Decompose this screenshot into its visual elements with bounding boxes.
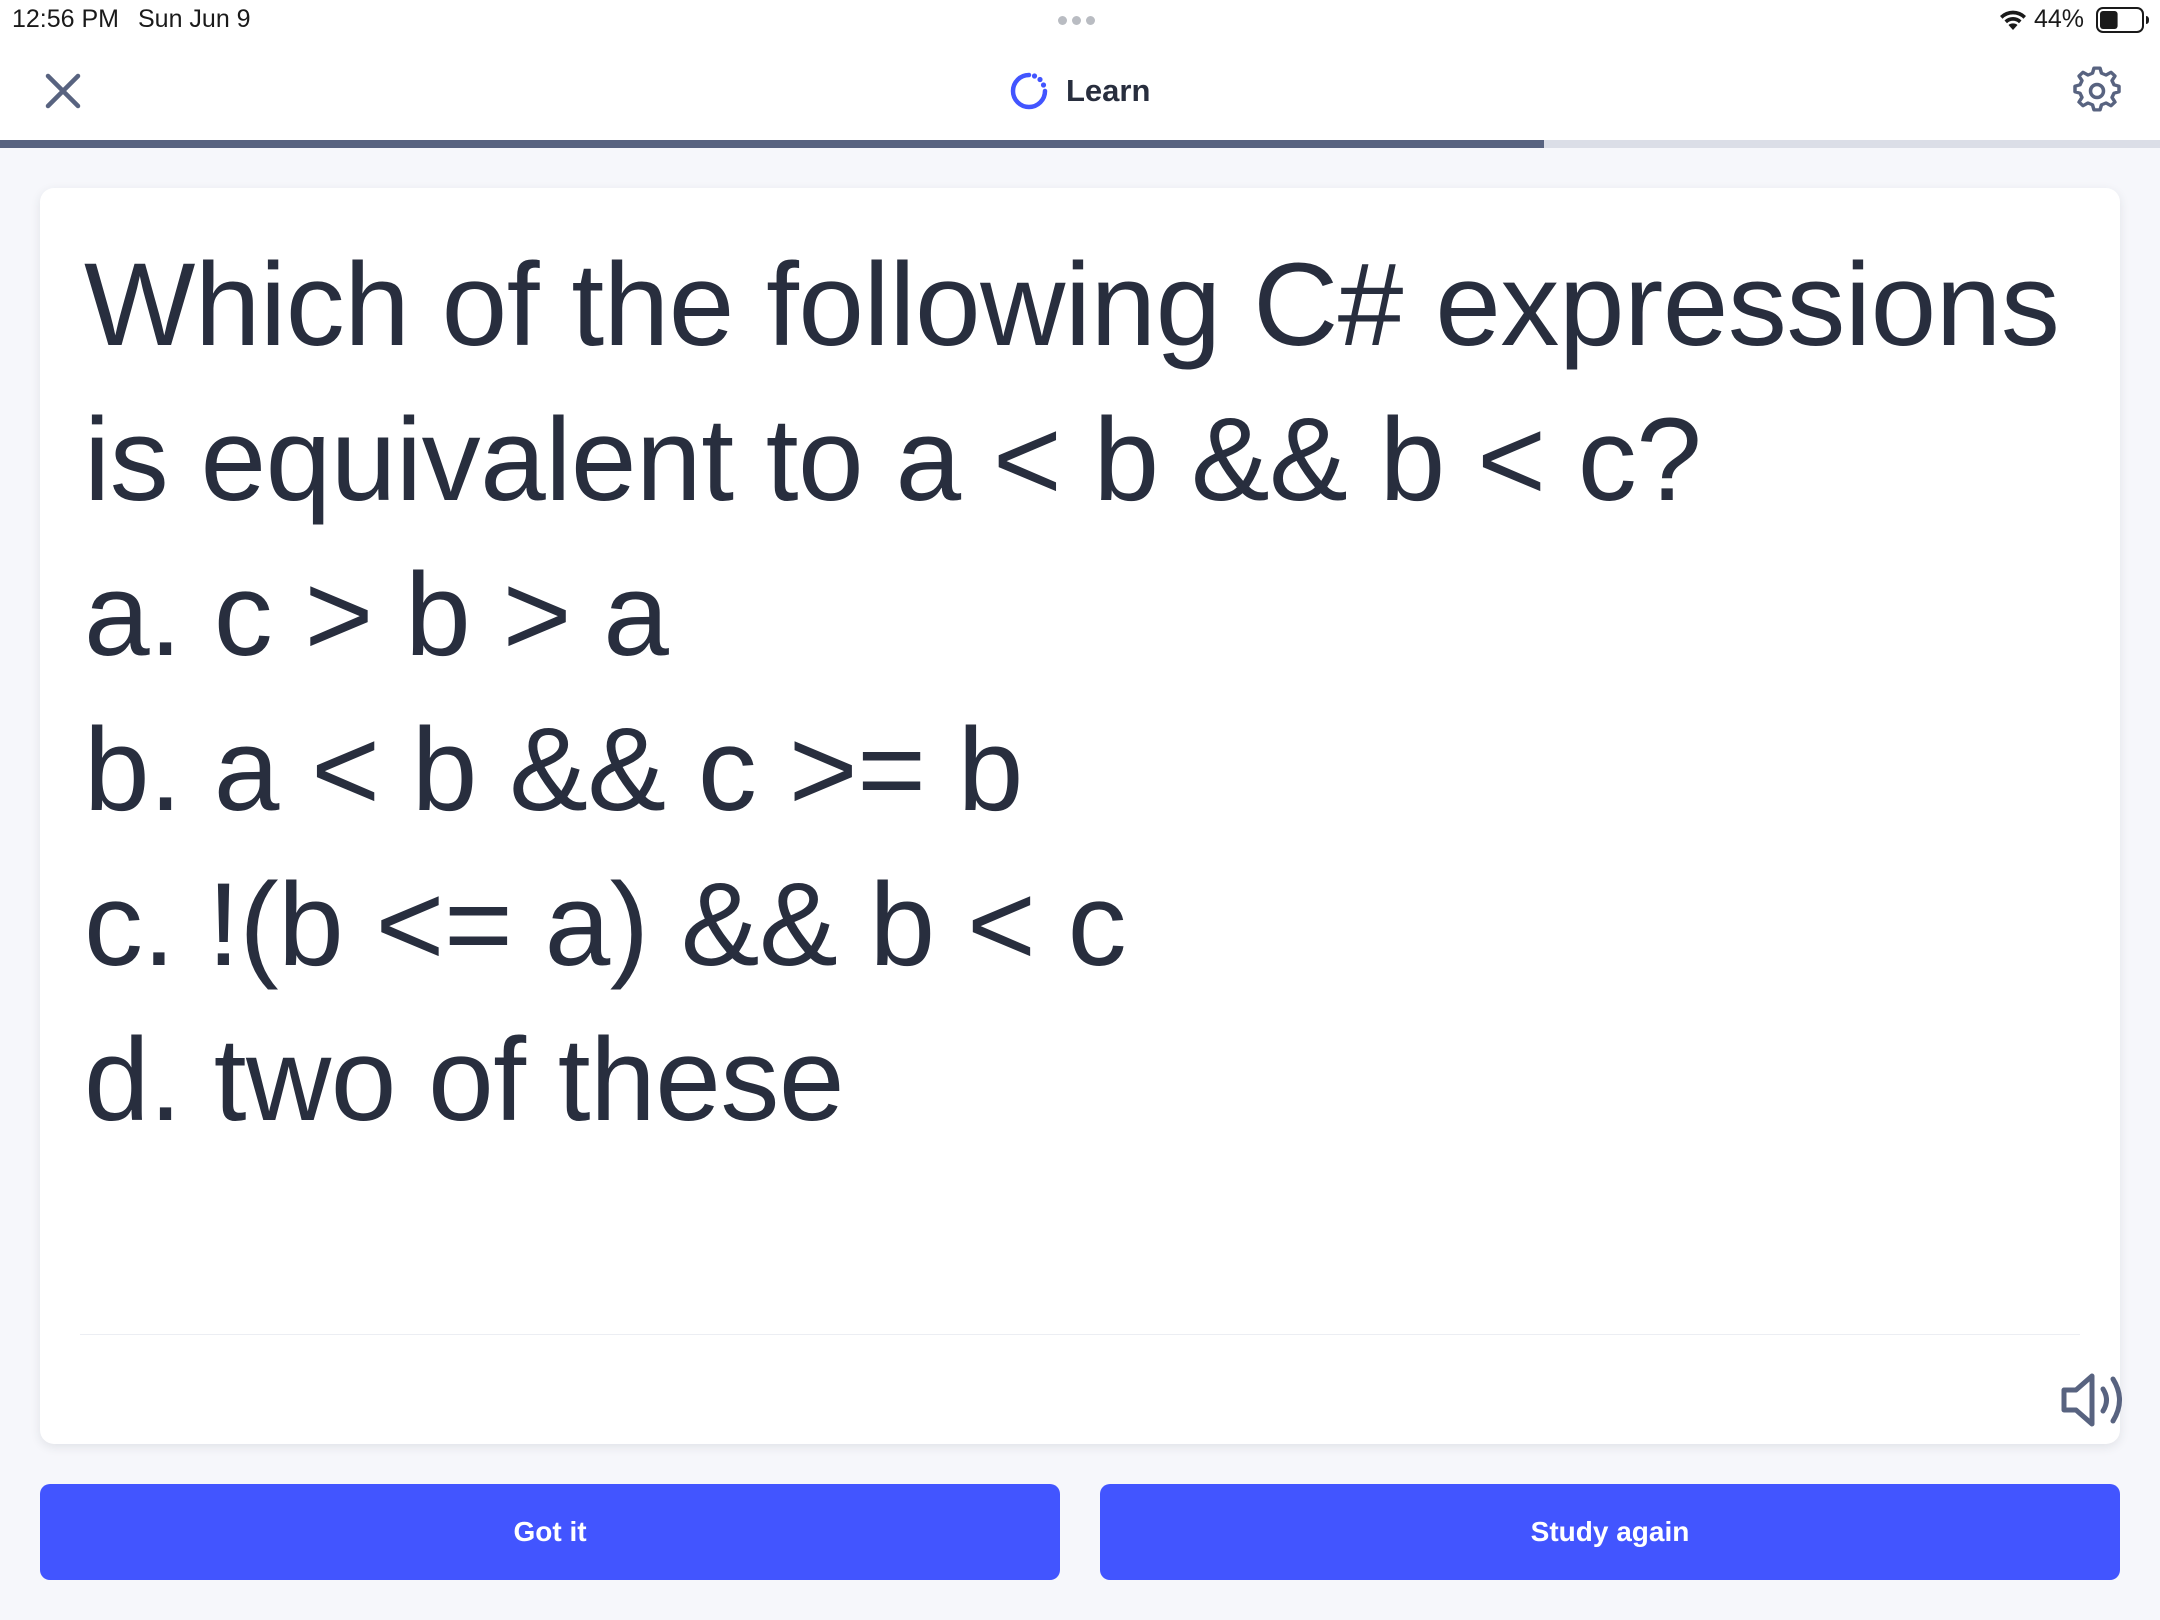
status-date: Sun Jun 9 xyxy=(138,5,251,33)
speaker-icon xyxy=(2061,1373,2122,1427)
page-title: Learn xyxy=(1066,73,1151,108)
status-time: 12:56 PM xyxy=(12,5,120,33)
study-again-button[interactable]: Study again xyxy=(1100,1484,2120,1580)
battery-percentage: 44% xyxy=(2034,5,2085,33)
question-card: Which of the following C# expressions is… xyxy=(40,188,2122,1444)
progress-fill xyxy=(0,140,1545,148)
progress-bar xyxy=(0,140,2160,148)
audio-button[interactable] xyxy=(2058,1364,2134,1436)
mode-title: Learn xyxy=(1008,68,1150,114)
got-it-button[interactable]: Got it xyxy=(40,1484,1060,1580)
status-bar: 12:56 PM Sun Jun 9 44% xyxy=(0,0,2160,40)
close-button[interactable] xyxy=(38,66,88,116)
learn-icon xyxy=(1010,72,1048,110)
gear-icon xyxy=(2073,66,2121,112)
header: Learn xyxy=(0,40,2160,140)
settings-button[interactable] xyxy=(2072,66,2122,116)
close-icon xyxy=(45,73,81,109)
multitasking-dots-icon[interactable] xyxy=(1058,16,1095,25)
question-text: Which of the following C# expressions is… xyxy=(84,239,2060,1146)
card-divider xyxy=(80,1334,2080,1335)
battery-icon xyxy=(2096,7,2149,33)
wifi-icon xyxy=(2000,10,2026,30)
